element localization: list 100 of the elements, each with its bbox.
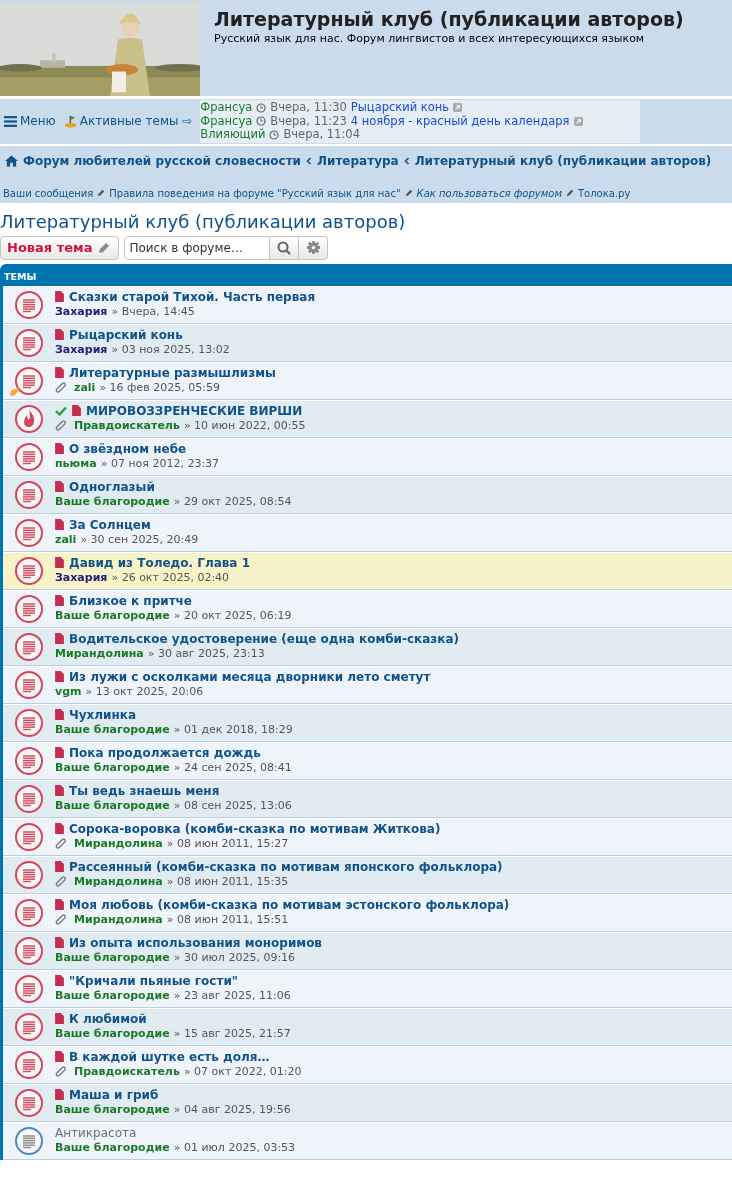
- search-field[interactable]: Поиск в форуме…: [124, 235, 271, 260]
- go-icon[interactable]: [573, 116, 583, 126]
- document-icon: [55, 367, 64, 378]
- home-icon[interactable]: [5, 154, 18, 167]
- topic-title-link[interactable]: Литературные размышлизмы: [69, 365, 276, 380]
- post-date: » 07 окт 2022, 01:20: [183, 1064, 302, 1078]
- author-link[interactable]: Ваше благородие: [55, 1102, 170, 1116]
- post-date: » 04 авг 2025, 19:56: [173, 1102, 291, 1116]
- topic-title-link[interactable]: Рыцарский конь: [69, 327, 183, 342]
- quick-link[interactable]: Как пользоваться форумом: [416, 187, 562, 199]
- search-button[interactable]: [270, 235, 300, 260]
- post-date: » 26 окт 2025, 02:40: [111, 570, 230, 584]
- author-link[interactable]: Мирандолина: [74, 836, 163, 850]
- document-icon: [55, 975, 64, 986]
- topic-title-link[interactable]: За Солнцем: [69, 517, 151, 532]
- post-date: » 15 авг 2025, 21:57: [173, 1026, 291, 1040]
- author-link[interactable]: Ваше благородие: [55, 608, 170, 622]
- document-icon: [72, 405, 81, 416]
- document-icon: [55, 291, 64, 302]
- document-icon: [55, 481, 64, 492]
- topic-title-link[interactable]: Близкое к притче: [69, 593, 192, 608]
- settings-button[interactable]: [299, 235, 329, 260]
- topic-title-link[interactable]: К любимой: [69, 1011, 147, 1026]
- author-link[interactable]: Захария: [55, 304, 108, 318]
- author-link[interactable]: Ваше благородие: [55, 722, 170, 736]
- breadcrumb-link[interactable]: Литературный клуб (публикации авторов): [414, 153, 712, 168]
- document-icon: [55, 1089, 64, 1100]
- topic-title-link[interactable]: Водительское удостоверение (еще одна комби-сказка): [69, 631, 460, 646]
- document-icon: [55, 329, 64, 340]
- author-link[interactable]: пьюма: [55, 456, 97, 470]
- topic-title-link[interactable]: Одноглазый: [69, 479, 155, 494]
- topic-title-link[interactable]: В каждой шутке есть доля…: [69, 1049, 270, 1064]
- document-icon: [55, 519, 64, 530]
- topic-title-link[interactable]: Пока продолжается дождь: [69, 745, 261, 760]
- post-date: » 23 авг 2025, 11:06: [173, 988, 291, 1002]
- menu-icon: [4, 114, 17, 128]
- author-link[interactable]: Ваше благородие: [55, 1026, 170, 1040]
- ticker-author[interactable]: Франсуа: [200, 114, 253, 128]
- author-link[interactable]: Правдоискатель: [74, 418, 180, 432]
- topic-title-link[interactable]: Моя любовь (комби-сказка по мотивам эстонского фольклора): [69, 897, 510, 912]
- author-link[interactable]: Мирандолина: [55, 646, 144, 660]
- document-icon: [55, 557, 64, 568]
- quick-link[interactable]: Толока.ру: [577, 187, 631, 199]
- ticker-author[interactable]: Влияющий: [200, 128, 266, 142]
- breadcrumb-link[interactable]: Форум любителей русской словесности: [23, 153, 301, 168]
- post-date: » 08 сен 2025, 13:06: [173, 798, 292, 812]
- topic-title-link[interactable]: Сорока-воровка (комби-сказка по мотивам Житкова): [69, 821, 441, 836]
- document-icon: [55, 785, 64, 796]
- author-link[interactable]: Захария: [55, 342, 108, 356]
- author-link[interactable]: Ваше благородие: [55, 798, 170, 812]
- ticker-author[interactable]: Франсуа: [200, 101, 253, 115]
- topic-title-link[interactable]: Чухлинка: [69, 707, 136, 722]
- topic-title-link[interactable]: Из лужи с осколками месяца дворники лето сметут: [69, 669, 431, 684]
- author-link[interactable]: Правдоискатель: [74, 1064, 180, 1078]
- post-date: » 08 июн 2011, 15:51: [166, 912, 289, 926]
- post-date: » 16 фев 2025, 05:59: [99, 380, 220, 394]
- author-link[interactable]: Мирандолина: [74, 912, 163, 926]
- quick-link[interactable]: Правила поведения на форуме "Русский язык для нас": [109, 187, 401, 199]
- document-icon: [55, 937, 64, 948]
- ticker-topic-link[interactable]: 4 ноября - красный день календаря: [350, 114, 570, 128]
- active-topics-link[interactable]: Активные темы ⇨: [63, 114, 193, 129]
- post-date: » 07 ноя 2012, 23:37: [100, 456, 220, 470]
- go-icon[interactable]: [453, 103, 463, 113]
- document-icon: [55, 633, 64, 644]
- author-link[interactable]: zali: [74, 380, 96, 394]
- breadcrumb-link[interactable]: Литература: [317, 153, 399, 168]
- author-link[interactable]: Ваше благородие: [55, 494, 170, 508]
- topic-title-link[interactable]: "Кричали пьяные гости": [69, 973, 239, 988]
- document-icon: [55, 1051, 64, 1062]
- ticker-topic-link[interactable]: Рыцарский конь: [350, 101, 450, 115]
- document-icon: [55, 671, 64, 682]
- post-date: » 08 июн 2011, 15:35: [166, 874, 289, 888]
- document-icon: [55, 595, 64, 606]
- topic-title-link[interactable]: Антикрасота: [55, 1125, 137, 1140]
- author-link[interactable]: zali: [55, 532, 77, 546]
- menu-link[interactable]: Меню: [4, 114, 56, 129]
- topic-title-link[interactable]: О звёздном небе: [69, 441, 187, 456]
- topic-title-link[interactable]: Из опыта использования моноримов: [69, 935, 322, 950]
- topic-title-link[interactable]: Рассеянный (комби-сказка по мотивам японского фольклора): [69, 859, 503, 874]
- topic-title-link[interactable]: Маша и гриб: [69, 1087, 159, 1102]
- topic-title-link[interactable]: МИРОВОЗЗРЕНЧЕСКИЕ ВИРШИ: [86, 403, 303, 418]
- quick-link[interactable]: Ваши сообщения: [3, 187, 94, 199]
- site-description: Русский язык для нас. Форум лингвистов и всех интересующихся языком: [214, 32, 646, 45]
- author-link[interactable]: Ваше благородие: [55, 950, 170, 964]
- author-link[interactable]: Захария: [55, 570, 108, 584]
- author-link[interactable]: vgm: [55, 684, 82, 698]
- author-link[interactable]: Ваше благородие: [55, 1140, 170, 1154]
- topic-title-link[interactable]: Ты ведь знаешь меня: [69, 783, 220, 798]
- document-icon: [55, 861, 64, 872]
- author-link[interactable]: Ваше благородие: [55, 988, 170, 1002]
- site-title: Литературный клуб (публикации авторов): [214, 8, 684, 30]
- author-link[interactable]: Мирандолина: [74, 874, 163, 888]
- chevron-icon: [306, 156, 312, 165]
- author-link[interactable]: Ваше благородие: [55, 760, 170, 774]
- new-topic-button[interactable]: Новая тема: [0, 235, 120, 260]
- post-date: » 30 авг 2025, 23:13: [147, 646, 265, 660]
- topic-title-link[interactable]: Давид из Толедо. Глава 1: [69, 555, 250, 570]
- settings-icon: [306, 241, 320, 254]
- topic-title-link[interactable]: Сказки старой Тихой. Часть первая: [69, 289, 316, 304]
- page-title: Литературный клуб (публикации авторов): [0, 210, 407, 232]
